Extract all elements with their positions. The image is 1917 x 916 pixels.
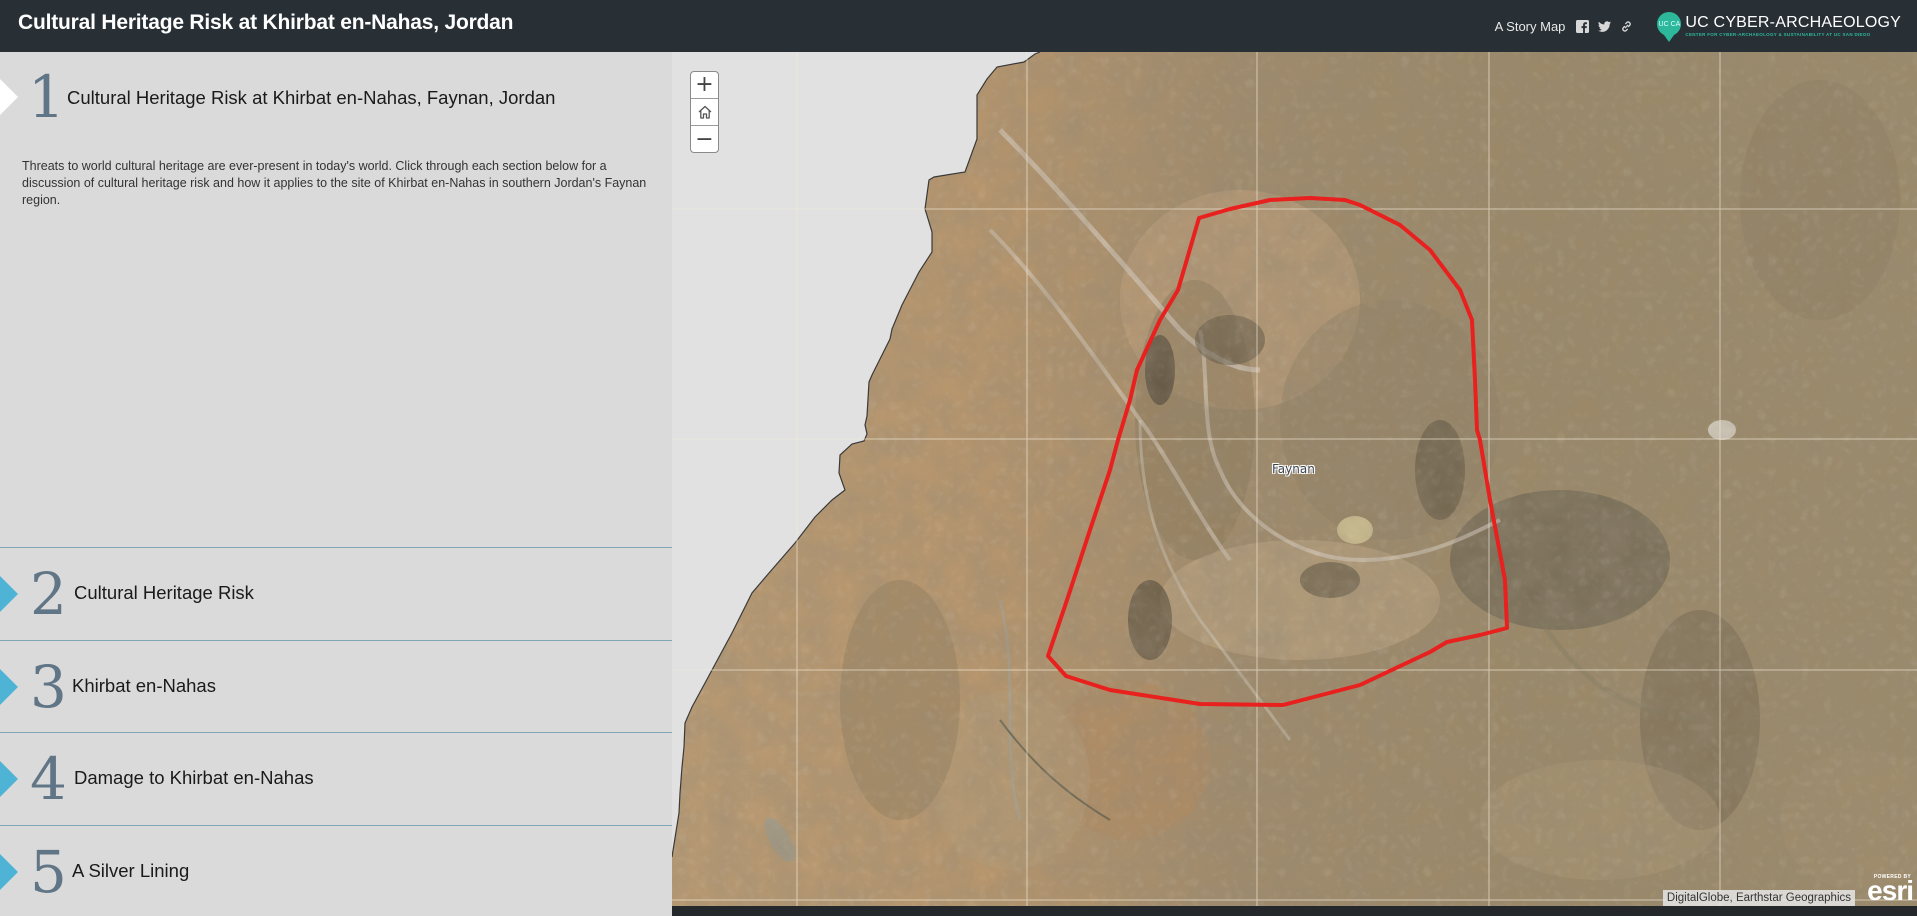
section-1[interactable]: 1 Cultural Heritage Risk at Khirbat en-N… xyxy=(0,52,672,547)
esri-wordmark: esri xyxy=(1867,875,1914,906)
home-icon xyxy=(698,105,711,119)
zoom-in-button[interactable]: + xyxy=(691,72,718,99)
section-arrow-icon xyxy=(0,576,18,612)
twitter-icon[interactable] xyxy=(1597,19,1611,33)
section-active-arrow-icon xyxy=(0,79,18,115)
section-2[interactable]: 2 Cultural Heritage Risk xyxy=(0,548,672,640)
satellite-basemap xyxy=(672,52,1917,906)
section-number: 4 xyxy=(30,745,67,813)
zoom-control: + − xyxy=(690,71,719,153)
section-number: 1 xyxy=(28,63,65,131)
logo-subtitle: Center for Cyber-Archaeology & Sustainab… xyxy=(1685,32,1871,37)
section-4[interactable]: 4 Damage to Khirbat en-Nahas xyxy=(0,733,672,825)
uc-cyber-archaeology-logo[interactable]: UC CA UC CYBER-ARCHAEOLOGY Center for Cy… xyxy=(1657,12,1901,42)
section-number: 5 xyxy=(30,838,67,906)
section-description: Threats to world cultural heritage are e… xyxy=(22,159,647,207)
story-map-link[interactable]: A Story Map xyxy=(1495,19,1566,34)
story-title: Cultural Heritage Risk at Khirbat en-Nah… xyxy=(18,11,514,34)
section-3[interactable]: 3 Khirbat en-Nahas xyxy=(0,641,672,733)
section-number: 3 xyxy=(30,653,67,721)
zoom-out-button[interactable]: − xyxy=(691,126,718,152)
logo-badge: UC CA xyxy=(1657,12,1682,42)
section-title: Khirbat en-Nahas xyxy=(72,675,216,696)
app-header: Cultural Heritage Risk at Khirbat en-Nah… xyxy=(0,0,1917,52)
section-arrow-icon xyxy=(0,669,18,705)
map-attribution: DigitalGlobe, Earthstar Geographics xyxy=(1662,890,1855,906)
link-icon[interactable] xyxy=(1619,19,1633,33)
section-number: 2 xyxy=(30,560,67,628)
esri-logo[interactable]: POWERED BY esri xyxy=(1859,874,1914,906)
section-title: A Silver Lining xyxy=(72,860,190,881)
story-sidebar: 1 Cultural Heritage Risk at Khirbat en-N… xyxy=(0,52,672,916)
header-right: A Story Map UC CA UC CYBER-ARCHAEOLOGY C… xyxy=(1495,0,1901,52)
section-arrow-icon xyxy=(0,854,18,890)
map-place-label: Faynan xyxy=(1272,462,1315,476)
bottom-strip xyxy=(672,906,1917,916)
section-5[interactable]: 5 A Silver Lining xyxy=(0,826,672,916)
facebook-icon[interactable] xyxy=(1575,19,1589,33)
home-button[interactable] xyxy=(691,99,718,126)
section-title: Damage to Khirbat en-Nahas xyxy=(74,767,314,788)
section-title: Cultural Heritage Risk at Khirbat en-Nah… xyxy=(67,87,556,108)
map-view[interactable]: + − Faynan DigitalGlobe, Earthstar Geogr… xyxy=(672,52,1917,906)
logo-main-text: UC CYBER-ARCHAEOLOGY xyxy=(1685,14,1901,31)
section-title: Cultural Heritage Risk xyxy=(74,582,254,603)
section-arrow-icon xyxy=(0,761,18,797)
